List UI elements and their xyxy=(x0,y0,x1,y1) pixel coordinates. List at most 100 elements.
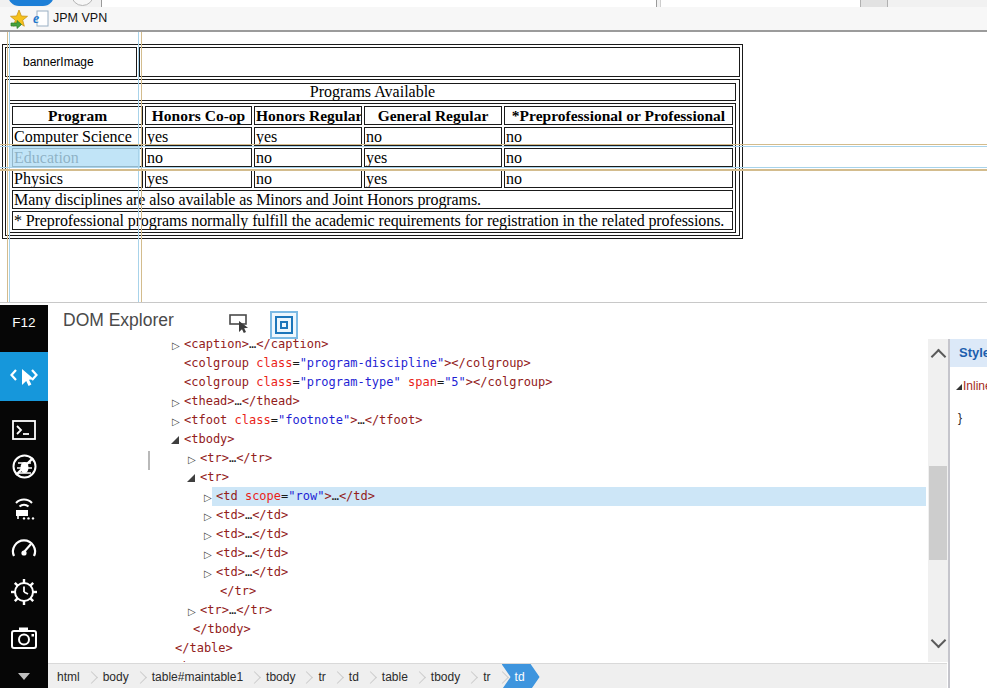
inspector-guide-top-tan xyxy=(0,144,987,145)
column-header: Program xyxy=(12,106,143,125)
devtools-header: DOM Explorer xyxy=(48,305,987,339)
table-cell: yes xyxy=(364,169,502,188)
tree-node[interactable]: ▷<td>…</td> xyxy=(48,563,928,582)
browser-topbar xyxy=(0,0,987,7)
breadcrumb-item[interactable]: table#maintable1 xyxy=(143,664,252,688)
tree-node[interactable]: ▷<td>…</td> xyxy=(48,506,928,525)
svg-text:e: e xyxy=(33,11,39,26)
tree-node[interactable]: <colgroup class="program-discipline"></c… xyxy=(48,354,928,373)
collapsed-arrow-icon[interactable]: ▷ xyxy=(172,393,180,412)
scroll-down-icon[interactable] xyxy=(931,633,947,649)
tree-node[interactable]: ▷<td>…</td> xyxy=(48,525,928,544)
tree-node[interactable]: ▷<tr>…</tr> xyxy=(48,601,928,620)
banner-cell: bannerImage xyxy=(5,47,137,77)
collapsed-arrow-icon[interactable]: ▷ xyxy=(204,564,212,583)
column-header: General Regular xyxy=(364,106,502,125)
layout-table: bannerImage Programs Available ProgramHo… xyxy=(2,44,743,239)
table-cell: no xyxy=(145,148,252,167)
tab-styles[interactable]: Styles xyxy=(950,339,987,367)
breadcrumb-item[interactable]: tbody xyxy=(422,664,469,688)
devtools-title: DOM Explorer xyxy=(63,310,174,331)
back-button[interactable] xyxy=(8,0,54,6)
breadcrumb-item[interactable]: html xyxy=(48,664,89,688)
tab-strip[interactable] xyxy=(660,0,861,7)
collapsed-arrow-icon[interactable]: ▷ xyxy=(172,339,180,355)
tree-node[interactable]: ▷<thead>…</thead> xyxy=(48,392,928,411)
breadcrumb-item[interactable]: body xyxy=(94,664,138,688)
subtree-indicator xyxy=(148,451,150,470)
tree-node[interactable]: ▷<caption>…</caption> xyxy=(48,339,928,354)
sidebar-performance-icon[interactable] xyxy=(0,527,48,571)
tree-node[interactable]: <colgroup class="program-type" span="5">… xyxy=(48,373,928,392)
table-cell: no xyxy=(254,148,362,167)
tree-node[interactable]: </tbody> xyxy=(48,620,928,639)
tree-node[interactable]: </tr> xyxy=(48,582,928,601)
select-element-icon[interactable] xyxy=(228,313,252,335)
scroll-up-icon[interactable] xyxy=(931,349,947,365)
styles-panel: Styles Inline style } xyxy=(950,339,987,688)
column-header: Honors Co-op xyxy=(145,106,252,125)
sidebar-memory-icon[interactable] xyxy=(0,616,48,660)
sidebar-profiler-icon[interactable] xyxy=(0,570,48,614)
inspector-guide-top-blue xyxy=(0,146,987,147)
sidebar-network-icon[interactable] xyxy=(0,485,48,529)
inspector-guide-bottom-tan xyxy=(0,169,987,170)
favorites-bar: e JPM VPN xyxy=(0,7,987,32)
add-favorite-star-icon[interactable] xyxy=(9,9,29,29)
footnote-row: * Preprofessional programs normally fulf… xyxy=(12,211,733,230)
column-header: Honors Regular xyxy=(254,106,362,125)
f12-logo: F12 xyxy=(0,305,48,341)
expanded-arrow-icon[interactable] xyxy=(187,474,195,482)
address-bar[interactable] xyxy=(101,0,657,7)
scrollbar-thumb[interactable] xyxy=(929,466,947,560)
sidebar-more-chevron-icon[interactable] xyxy=(0,667,48,685)
dom-breadcrumb: htmlbodytable#maintable1tbodytrtdtabletb… xyxy=(48,663,947,688)
tree-node[interactable]: <tr> xyxy=(48,468,928,487)
collapsed-arrow-icon[interactable]: ▷ xyxy=(204,488,212,507)
tree-node[interactable]: ▷<td>…</td> xyxy=(48,544,928,563)
collapsed-arrow-icon[interactable]: ▷ xyxy=(188,602,196,621)
banner-empty-cell xyxy=(139,47,740,77)
breadcrumb-item[interactable]: td xyxy=(340,664,368,688)
table-cell: no xyxy=(504,169,733,188)
collapsed-arrow-icon[interactable]: ▷ xyxy=(204,545,212,564)
tree-scrollbar[interactable] xyxy=(928,339,948,662)
browser-viewport: bannerImage Programs Available ProgramHo… xyxy=(0,32,987,302)
sidebar-debugger-icon[interactable] xyxy=(0,444,48,488)
collapsed-arrow-icon[interactable]: ▷ xyxy=(188,450,196,469)
dom-tree: ▷<caption>…</caption><colgroup class="pr… xyxy=(48,339,928,662)
styles-rule-selector[interactable]: Inline style xyxy=(956,379,987,393)
element-highlight-icon[interactable] xyxy=(270,311,298,339)
tree-node[interactable]: </td> xyxy=(48,658,928,663)
expanded-arrow-icon[interactable] xyxy=(171,436,179,444)
f12-devtools: DOM Explorer F12 xyxy=(0,302,987,688)
tree-node[interactable]: ▷<tfoot class="footnote">…</tfoot> xyxy=(48,411,928,430)
tree-node[interactable]: <tbody> xyxy=(48,430,928,449)
ie-page-icon: e xyxy=(33,10,49,27)
table-caption: Programs Available xyxy=(9,83,736,101)
table-row: Physicsyesnoyesno xyxy=(12,169,733,188)
inspector-guide-bottom-blue xyxy=(0,167,987,168)
table-cell: yes xyxy=(145,169,252,188)
tree-node[interactable]: </table> xyxy=(48,639,928,658)
collapsed-arrow-icon[interactable]: ▷ xyxy=(204,526,212,545)
footnote-row: Many disciplines are also available as M… xyxy=(12,190,733,209)
tree-node[interactable]: ▷<tr>…</tr> xyxy=(48,449,928,468)
breadcrumb-item[interactable]: tbody xyxy=(257,664,304,688)
collapsed-arrow-icon[interactable]: ▷ xyxy=(172,412,180,431)
forward-button[interactable] xyxy=(71,0,94,6)
table-cell: Physics xyxy=(12,169,143,188)
inspector-highlight-overlay xyxy=(9,146,140,168)
table-cell: yes xyxy=(364,148,502,167)
expand-triangle-icon xyxy=(956,384,962,390)
tree-node-selected[interactable]: ▷<td scope="row">…</td> xyxy=(48,487,928,506)
column-header: *Preprofessional or Professional xyxy=(504,106,733,125)
table-cell: no xyxy=(254,169,362,188)
new-tab-button[interactable] xyxy=(860,0,888,7)
sidebar-dom-explorer-icon[interactable] xyxy=(0,352,48,401)
breadcrumb-item[interactable]: table xyxy=(373,664,417,688)
table-cell: no xyxy=(504,148,733,167)
collapsed-arrow-icon[interactable]: ▷ xyxy=(204,507,212,526)
devtools-sidebar: F12 xyxy=(0,305,48,688)
favorites-link[interactable]: JPM VPN xyxy=(53,7,107,30)
